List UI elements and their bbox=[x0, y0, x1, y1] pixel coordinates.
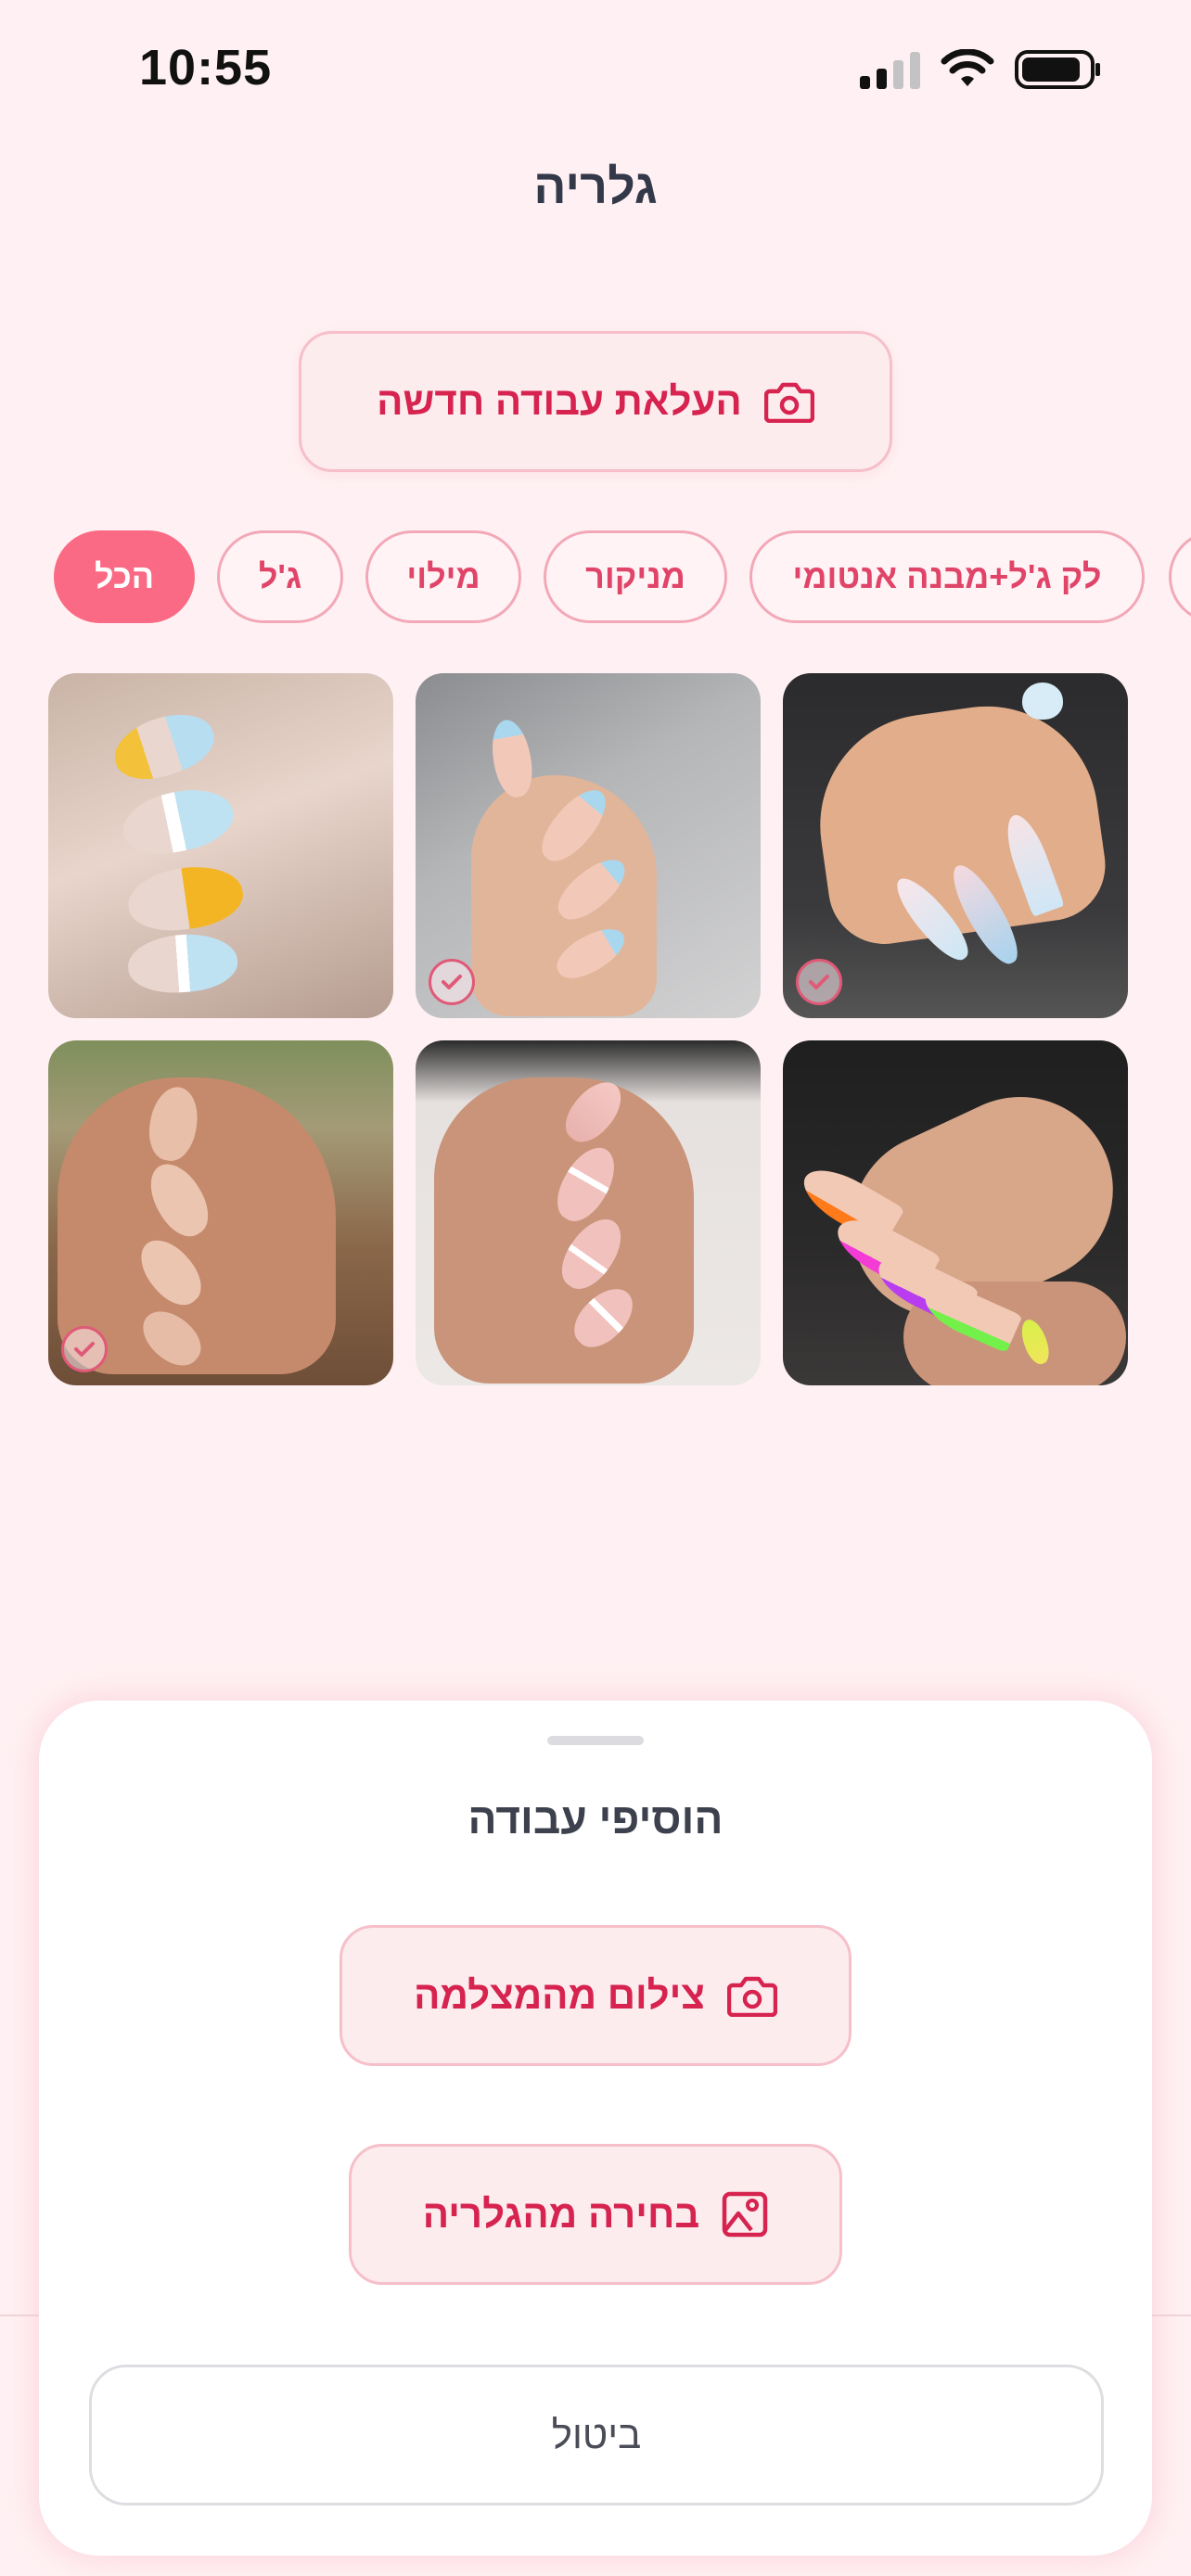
filter-chip-more[interactable] bbox=[1169, 530, 1191, 623]
image-icon bbox=[723, 2191, 768, 2238]
page-title: גלריה bbox=[533, 160, 658, 214]
choose-from-gallery-label: בחירה מהגלריה bbox=[422, 2192, 700, 2236]
cancel-button[interactable]: ביטול bbox=[89, 2365, 1104, 2506]
gallery-item-neon-french-tips[interactable] bbox=[783, 1040, 1128, 1385]
add-work-sheet: הוסיפי עבודה צילום מהמצלמה בחירה מהגלריה… bbox=[39, 1701, 1152, 2556]
filter-chip-manicure[interactable]: מניקור bbox=[544, 530, 727, 623]
status-time: 10:55 bbox=[139, 40, 273, 96]
wifi-icon bbox=[941, 49, 994, 86]
filter-chip-all[interactable]: הכל bbox=[54, 530, 195, 623]
status-icons bbox=[860, 48, 1102, 91]
sheet-drag-handle[interactable] bbox=[547, 1736, 644, 1745]
battery-icon bbox=[1015, 50, 1100, 89]
status-bar: 10:55 bbox=[0, 0, 1191, 139]
sheet-title: הוסיפי עבודה bbox=[467, 1794, 724, 1843]
filter-chip-gel[interactable]: ג'ל bbox=[217, 530, 343, 623]
upload-button-label: העלאת עבודה חדשה bbox=[377, 379, 742, 423]
category-filters: הכל ג'ל מילוי מניקור לק ג'ל+מבנה אנטומי bbox=[0, 530, 1191, 625]
gallery-item-pastel-stiletto[interactable] bbox=[783, 673, 1128, 1018]
selected-check-icon bbox=[429, 959, 475, 1005]
take-photo-button[interactable]: צילום מהמצלמה bbox=[339, 1925, 852, 2066]
signal-icon bbox=[860, 50, 920, 89]
take-photo-label: צילום מהמצלמה bbox=[414, 1973, 705, 2017]
gallery-item-yellow-blue-swirl[interactable] bbox=[48, 673, 393, 1018]
selected-check-icon bbox=[61, 1326, 108, 1372]
filter-chip-fill[interactable]: מילוי bbox=[365, 530, 521, 623]
upload-new-work-button[interactable]: העלאת עבודה חדשה bbox=[299, 331, 892, 472]
camera-icon bbox=[763, 382, 814, 423]
selected-check-icon bbox=[796, 959, 842, 1005]
camera-icon bbox=[726, 1976, 777, 2017]
gallery-item-blue-french-tips[interactable] bbox=[416, 673, 761, 1018]
filter-chip-gel-structure[interactable]: לק ג'ל+מבנה אנטומי bbox=[749, 530, 1145, 623]
gallery-item-nude-almond[interactable] bbox=[48, 1040, 393, 1385]
choose-from-gallery-button[interactable]: בחירה מהגלריה bbox=[349, 2144, 842, 2285]
gallery-item-white-wave-art[interactable] bbox=[416, 1040, 761, 1385]
